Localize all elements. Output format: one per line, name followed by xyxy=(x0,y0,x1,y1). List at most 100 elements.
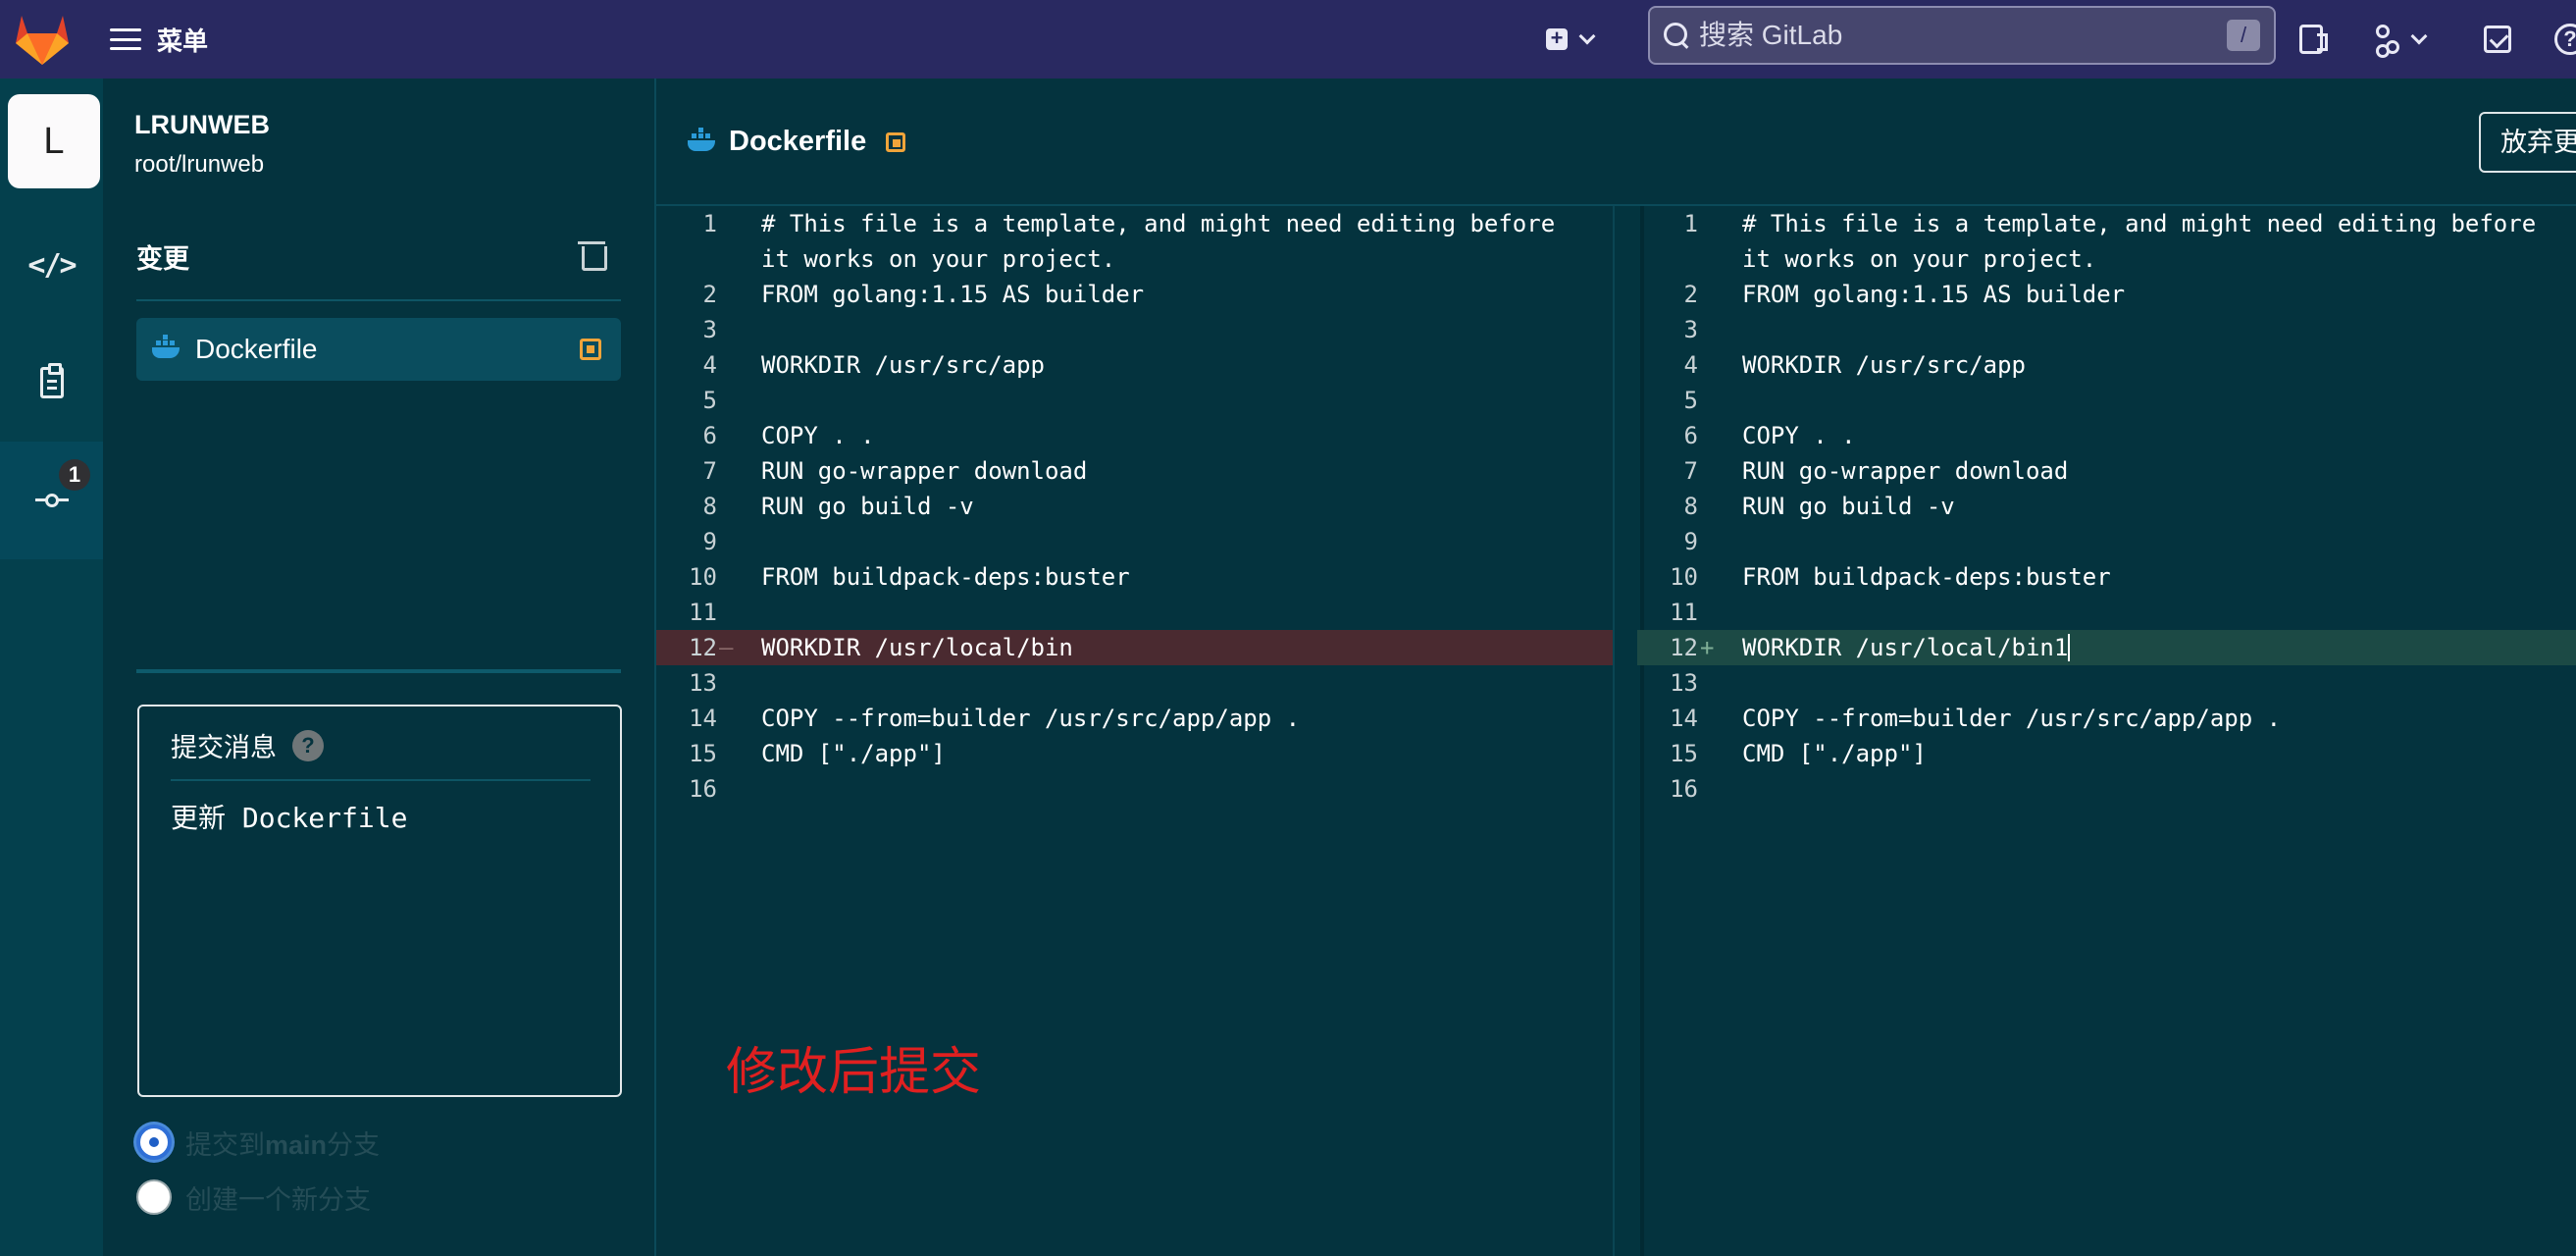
changed-file-item[interactable]: Dockerfile xyxy=(136,318,621,381)
question-icon[interactable]: ? xyxy=(292,729,324,761)
diff-line[interactable]: 7 RUN go-wrapper download xyxy=(656,453,1613,489)
diff-line[interactable]: 6 COPY . . xyxy=(656,418,1613,453)
line-number: 6 xyxy=(702,422,717,449)
line-number: 12 xyxy=(689,634,717,661)
commit-icon xyxy=(34,494,69,507)
issues-button[interactable] xyxy=(2299,18,2328,61)
gitlab-logo[interactable] xyxy=(14,8,71,69)
line-number: 12 xyxy=(1670,634,1698,661)
diff-line[interactable]: 11 xyxy=(1637,595,2576,630)
line-number: 10 xyxy=(1670,563,1698,591)
diff-line[interactable]: 16 xyxy=(1637,771,2576,807)
menu-label: 菜单 xyxy=(157,26,209,56)
rail-review-button[interactable] xyxy=(0,324,103,442)
diff-line[interactable]: 5 xyxy=(656,383,1613,418)
code-text: WORKDIR /usr/local/bin1 xyxy=(1742,634,2069,661)
merge-requests-button[interactable] xyxy=(2374,18,2428,61)
project-avatar[interactable]: L xyxy=(8,94,100,188)
diff-line[interactable]: 6 COPY . . xyxy=(1637,418,2576,453)
project-name[interactable]: LRUNWEB xyxy=(134,110,270,140)
new-item-dropdown[interactable]: + xyxy=(1546,18,1596,61)
radio-button-checked[interactable] xyxy=(136,1125,172,1160)
line-number: 2 xyxy=(1683,281,1698,308)
diff-line-removed[interactable]: 12— WORKDIR /usr/local/bin xyxy=(656,630,1613,665)
code-text: RUN go build -v xyxy=(761,493,974,520)
diff-line[interactable]: 13 xyxy=(656,665,1613,701)
line-number: 6 xyxy=(1683,422,1698,449)
rail-edit-button[interactable]: </> xyxy=(0,206,103,324)
diff-modified-pane[interactable]: 1 # This file is a template, and might ne… xyxy=(1637,206,2576,1256)
diff-line[interactable]: 8 RUN go build -v xyxy=(1637,489,2576,524)
todo-button[interactable] xyxy=(2484,18,2511,61)
diff-line[interactable]: 10 FROM buildpack-deps:buster xyxy=(656,559,1613,595)
code-text: RUN go-wrapper download xyxy=(1742,457,2069,485)
code-text: CMD ["./app"] xyxy=(761,740,946,767)
todo-icon xyxy=(2484,26,2511,53)
diff-line[interactable]: 4 WORKDIR /usr/src/app xyxy=(656,347,1613,383)
diff-line[interactable]: 9 xyxy=(1637,524,2576,559)
annotation-text: 修改后提交 xyxy=(726,1044,982,1101)
line-number: 8 xyxy=(1683,493,1698,520)
diff-line[interactable]: 11 xyxy=(656,595,1613,630)
changed-file-name: Dockerfile xyxy=(195,334,318,364)
code-text: FROM golang:1.15 AS builder xyxy=(761,281,1145,308)
code-text: # This file is a template, and might nee… xyxy=(1742,210,2537,237)
diff-line[interactable]: it works on your project. xyxy=(1637,241,2576,277)
diff-line-added[interactable]: 12 + WORKDIR /usr/local/bin1 xyxy=(1637,630,2576,665)
code-text: it works on your project. xyxy=(1742,245,2097,273)
trash-icon[interactable] xyxy=(578,237,607,271)
diff-line[interactable]: 10 FROM buildpack-deps:buster xyxy=(1637,559,2576,595)
diff-line[interactable]: 2 FROM golang:1.15 AS builder xyxy=(656,277,1613,312)
diff-line[interactable]: 15 CMD ["./app"] xyxy=(656,736,1613,771)
diff-line[interactable]: 1 # This file is a template, and might ne… xyxy=(1637,206,2576,241)
diff-line[interactable]: 13 xyxy=(1637,665,2576,701)
new-branch-option[interactable]: 创建一个新分支 xyxy=(136,1178,371,1217)
search-input[interactable] xyxy=(1699,20,2227,51)
line-number: 11 xyxy=(1670,599,1698,626)
radio-button[interactable] xyxy=(136,1179,172,1215)
line-number: 14 xyxy=(1670,705,1698,732)
diff-line[interactable]: 14 COPY --from=builder /usr/src/app/app . xyxy=(1637,701,2576,736)
diff-line[interactable]: 9 xyxy=(656,524,1613,559)
line-number: 7 xyxy=(702,457,717,485)
editor-file-title: Dockerfile xyxy=(688,126,906,158)
search-box[interactable]: / xyxy=(1648,6,2276,65)
diff-line[interactable]: 14 COPY --from=builder /usr/src/app/app . xyxy=(656,701,1613,736)
diff-editor: Dockerfile 放弃更改 1 # This file is a templa… xyxy=(654,78,2576,1256)
line-number: 1 xyxy=(702,210,717,237)
commit-to-main-option[interactable]: 提交到main分支 xyxy=(136,1123,380,1162)
diff-line[interactable]: 8 RUN go build -v xyxy=(656,489,1613,524)
commit-message-input[interactable] xyxy=(171,797,592,1072)
divider xyxy=(136,669,621,673)
diff-line[interactable]: 4 WORKDIR /usr/src/app xyxy=(1637,347,2576,383)
code-text: RUN go build -v xyxy=(1742,493,1955,520)
project-path: root/lrunweb xyxy=(134,151,265,178)
editor-header: Dockerfile 放弃更改 xyxy=(656,78,2576,206)
hamburger-icon xyxy=(110,28,141,50)
diff-marker: — xyxy=(719,634,734,661)
rail-commit-button[interactable]: 1 xyxy=(0,442,103,559)
line-number: 5 xyxy=(1683,387,1698,414)
diff-line[interactable]: 3 xyxy=(656,312,1613,347)
commit-message-label: 提交消息 ? xyxy=(171,726,324,764)
diff-line[interactable]: 5 xyxy=(1637,383,2576,418)
changes-title: 变更 xyxy=(136,244,189,274)
diff-line[interactable]: 16 xyxy=(656,771,1613,807)
code-text: WORKDIR /usr/src/app xyxy=(1742,351,2026,379)
diff-line[interactable]: 2 FROM golang:1.15 AS builder xyxy=(1637,277,2576,312)
diff-line[interactable]: 15 CMD ["./app"] xyxy=(1637,736,2576,771)
commit-count-badge: 1 xyxy=(59,459,90,491)
project-header: LRUNWEB root/lrunweb xyxy=(103,78,654,206)
line-number: 9 xyxy=(1683,528,1698,555)
discard-changes-button[interactable]: 放弃更改 xyxy=(2479,112,2576,173)
diff-line[interactable]: 7 RUN go-wrapper download xyxy=(1637,453,2576,489)
code-text: COPY . . xyxy=(1742,422,1856,449)
code-text: WORKDIR /usr/local/bin xyxy=(761,634,1073,661)
code-text: CMD ["./app"] xyxy=(1742,740,1927,767)
help-button[interactable]: ? xyxy=(2554,18,2576,61)
menu-button[interactable]: 菜单 xyxy=(110,18,208,61)
diff-line[interactable]: it works on your project. xyxy=(656,241,1613,277)
diff-line[interactable]: 1 # This file is a template, and might ne… xyxy=(656,206,1613,241)
diff-line[interactable]: 3 xyxy=(1637,312,2576,347)
line-number: 15 xyxy=(1670,740,1698,767)
